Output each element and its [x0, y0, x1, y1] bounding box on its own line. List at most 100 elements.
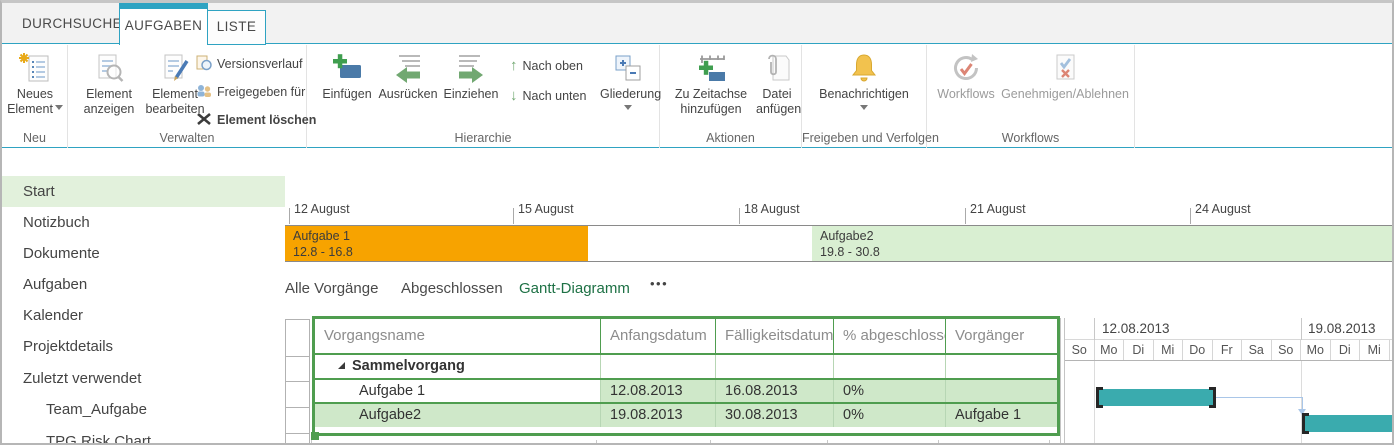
ribbon-group-verwalten: Element anzeigen Element bearbeiten Vers…	[68, 45, 307, 148]
column-header-vorgangsname[interactable]: Vorgangsname	[315, 319, 601, 353]
row-selector[interactable]	[285, 381, 310, 408]
row-selector[interactable]	[285, 433, 310, 445]
selection-fill-handle[interactable]	[311, 432, 319, 440]
gantt-day-label: Do	[1183, 340, 1213, 360]
view-link-abgeschlossen[interactable]: Abgeschlossen	[401, 280, 503, 297]
sidebar-item-tpg-risk-chart[interactable]: TPG Risk Chart	[2, 426, 285, 445]
start-date-cell[interactable]: 12.08.2013	[601, 380, 716, 402]
task-name-cell[interactable]: Sammelvorgang	[315, 355, 601, 378]
group-label-freigeben: Freigeben und Verfolgen	[802, 131, 926, 145]
group-label-aktionen: Aktionen	[660, 131, 801, 145]
collapse-expander-icon[interactable]	[338, 362, 345, 369]
sidebar-item-team-aufgabe[interactable]: Team_Aufgabe	[2, 394, 285, 425]
ribbon-group-hierarchie: Einfügen Ausrücken Einziehen ↑Nach oben	[307, 45, 660, 148]
percent-complete-cell[interactable]: 0%	[834, 404, 946, 427]
view-item-icon	[93, 52, 125, 84]
alert-me-button[interactable]: Benachrichtigen	[810, 52, 918, 114]
gantt-day-header: So Mo Di Mi Do Fr Sa So Mo Di Mi	[1065, 340, 1394, 361]
indent-button[interactable]: Einziehen	[442, 52, 500, 102]
empty-cell	[311, 440, 597, 445]
table-row-sammelvorgang[interactable]: Sammelvorgang	[315, 355, 1057, 380]
predecessor-cell[interactable]: Aufgabe 1	[946, 404, 1057, 427]
chevron-down-icon	[860, 105, 868, 114]
view-more-ellipsis-icon[interactable]: •••	[650, 276, 668, 291]
sidebar-item-zuletzt-verwendet[interactable]: Zuletzt verwendet	[2, 363, 285, 394]
outline-button[interactable]: Gliederung	[600, 52, 656, 114]
row-selector[interactable]	[285, 356, 310, 382]
tab-liste[interactable]: LISTE	[208, 10, 266, 45]
task-name-cell[interactable]: Aufgabe 1	[315, 380, 601, 402]
sidebar-item-notizbuch[interactable]: Notizbuch	[2, 207, 285, 238]
shared-with-button[interactable]: Freigegeben für	[196, 83, 305, 99]
gantt-day-label: Mi	[1154, 340, 1184, 360]
approve-reject-icon	[1049, 52, 1081, 84]
column-header-anfangsdatum[interactable]: Anfangsdatum	[601, 319, 716, 353]
delete-item-button[interactable]: Element löschen	[196, 111, 316, 127]
sidebar-item-projektdetails[interactable]: Projektdetails	[2, 331, 285, 362]
due-date-cell[interactable]	[716, 355, 834, 378]
new-item-button[interactable]: Neues Element	[6, 52, 64, 117]
gantt-bar-aufgabe-1[interactable]	[1097, 389, 1215, 406]
predecessor-cell[interactable]	[946, 380, 1057, 402]
insert-icon	[331, 52, 363, 84]
gantt-week-label: 12.08.2013	[1102, 318, 1170, 340]
tab-aufgaben[interactable]: AUFGABEN	[119, 3, 208, 45]
gantt-chart: 12.08.2013 19.08.2013 So Mo Di Mi Do Fr …	[1065, 318, 1394, 445]
approve-reject-button[interactable]: Genehmigen/Ablehnen	[999, 52, 1131, 102]
timeline-tick	[513, 208, 514, 224]
move-down-button[interactable]: ↓Nach unten	[510, 87, 586, 104]
group-label-workflows: Workflows	[927, 131, 1134, 145]
timeline-tick	[965, 208, 966, 224]
due-date-cell[interactable]: 16.08.2013	[716, 380, 834, 402]
timeline-tick	[289, 208, 290, 224]
percent-complete-cell[interactable]	[834, 355, 946, 378]
add-to-timeline-button[interactable]: Zu Zeitachse hinzufügen	[670, 52, 752, 117]
empty-next-row	[312, 440, 1060, 445]
workflow-icon	[950, 52, 982, 84]
move-up-button[interactable]: ↑Nach oben	[510, 57, 583, 74]
sidebar-item-dokumente[interactable]: Dokumente	[2, 238, 285, 269]
version-history-button[interactable]: Versionsverlauf	[196, 55, 302, 71]
percent-complete-cell[interactable]: 0%	[834, 380, 946, 402]
indent-label: Einziehen	[444, 87, 499, 101]
start-date-cell[interactable]	[601, 355, 716, 378]
chevron-down-icon	[624, 105, 632, 114]
row-selector[interactable]	[285, 319, 310, 357]
tab-durchsuchen[interactable]: DURCHSUCHEN	[22, 3, 132, 44]
gantt-day-label: Di	[1124, 340, 1154, 360]
task-name-cell[interactable]: Aufgabe2	[315, 404, 601, 427]
predecessor-cell[interactable]	[946, 355, 1057, 378]
ribbon-group-aktionen: Zu Zeitachse hinzufügen Datei anfügen Ak…	[660, 45, 802, 148]
empty-cell	[938, 440, 1050, 445]
outdent-button[interactable]: Ausrücken	[378, 52, 438, 102]
table-row-aufgabe-2[interactable]: Aufgabe2 19.08.2013 30.08.2013 0% Aufgab…	[315, 404, 1057, 427]
add-to-timeline-label: Zu Zeitachse hinzufügen	[675, 87, 747, 116]
due-date-cell[interactable]: 30.08.2013	[716, 404, 834, 427]
chevron-down-icon	[55, 105, 63, 114]
timeline-bar-aufgabe-1[interactable]: Aufgabe 1 12.8 - 16.8	[285, 226, 588, 261]
timeline-tick-label: 12 August	[294, 202, 350, 216]
view-link-alle-vorgaenge[interactable]: Alle Vorgänge	[285, 280, 378, 297]
sidebar-item-aufgaben[interactable]: Aufgaben	[2, 269, 285, 300]
outline-icon	[612, 52, 644, 84]
table-row-aufgabe-1[interactable]: Aufgabe 1 12.08.2013 16.08.2013 0%	[315, 380, 1057, 404]
empty-cell	[827, 440, 939, 445]
workflows-button[interactable]: Workflows	[935, 52, 997, 102]
attach-file-button[interactable]: Datei anfügen	[756, 52, 798, 117]
sidebar-item-start[interactable]: Start	[2, 176, 285, 207]
column-header-vorgaenger[interactable]: Vorgänger	[946, 319, 1057, 353]
view-item-label: Element anzeigen	[84, 87, 135, 116]
timeline-bar-title: Aufgabe 1	[293, 228, 580, 244]
view-item-button[interactable]: Element anzeigen	[78, 52, 140, 117]
edit-item-icon	[159, 52, 191, 84]
timeline-bar-aufgabe-2[interactable]: Aufgabe2 19.8 - 30.8	[812, 226, 1394, 261]
row-selector[interactable]	[285, 407, 310, 434]
start-date-cell[interactable]: 19.08.2013	[601, 404, 716, 427]
gantt-bar-aufgabe-2[interactable]	[1303, 415, 1394, 432]
sidebar-item-kalender[interactable]: Kalender	[2, 300, 285, 331]
column-header-faelligkeitsdatum[interactable]: Fälligkeitsdatum	[716, 319, 834, 353]
gantt-day-label: Sa	[1242, 340, 1272, 360]
view-link-gantt-diagramm[interactable]: Gantt-Diagramm	[519, 280, 630, 297]
column-header-abgeschlossen[interactable]: % abgeschlossen	[834, 319, 946, 353]
insert-button[interactable]: Einfügen	[320, 52, 374, 102]
